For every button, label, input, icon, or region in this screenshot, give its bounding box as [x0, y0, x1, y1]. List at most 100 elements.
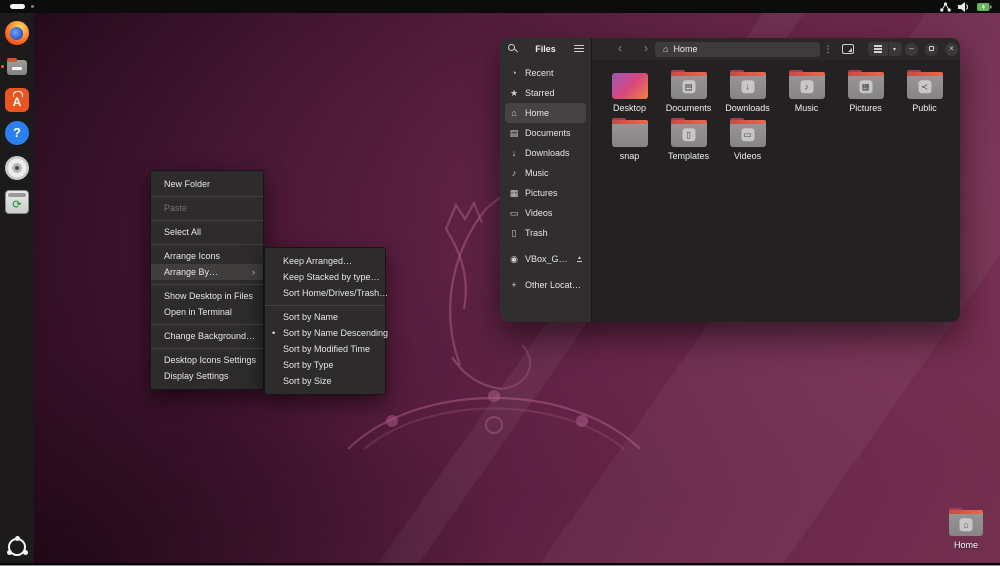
- dock-item[interactable]: [5, 21, 29, 45]
- folder-item[interactable]: Desktop: [600, 70, 659, 118]
- files-window: Files ◔ Recent ★ Starred: [500, 38, 960, 322]
- sidebar-item[interactable]: ⌂ Home: [505, 103, 586, 123]
- menu-item-label: Desktop Icons Settings: [164, 355, 256, 365]
- sidebar-item-icon: ★: [509, 88, 519, 99]
- folder-item[interactable]: snap: [600, 118, 659, 166]
- dock-item[interactable]: ?: [5, 121, 29, 145]
- sidebar-item-label: Videos: [525, 208, 582, 218]
- new-tab-button[interactable]: [842, 44, 854, 54]
- folder-icon: ≺: [907, 73, 943, 99]
- submenu-item-label: Sort by Name Descending: [283, 328, 388, 338]
- menu-item[interactable]: • Open in Terminal ›: [151, 304, 263, 320]
- dock-item[interactable]: [5, 535, 29, 559]
- battery-icon: [977, 3, 992, 11]
- sidebar-item[interactable]: ▯ Trash: [505, 223, 586, 243]
- folder-item[interactable]: ▤ Documents: [659, 70, 718, 118]
- sidebar-item-label: Documents: [525, 128, 582, 138]
- sidebar-item-icon: ⌂: [509, 108, 519, 118]
- submenu-item[interactable]: • Keep Arranged… ›: [265, 253, 385, 269]
- folder-emblem-icon: ▦: [859, 80, 872, 93]
- app-menu-button[interactable]: [574, 45, 584, 54]
- dock-item[interactable]: ⟳: [5, 190, 29, 214]
- sidebar-item[interactable]: ↓ Downloads: [505, 143, 586, 163]
- folder-item[interactable]: ▦ Pictures: [836, 70, 895, 118]
- radio-dot-icon: •: [272, 325, 275, 341]
- sidebar-item[interactable]: + Other Locations: [505, 275, 586, 295]
- folder-label: Pictures: [849, 103, 882, 113]
- sidebar-item[interactable]: ◔ Recent: [505, 63, 586, 83]
- submenu-item-label: Keep Stacked by type…: [283, 272, 380, 282]
- maximize-button[interactable]: [925, 43, 938, 56]
- folder-label: Public: [912, 103, 937, 113]
- submenu-item[interactable]: • Sort by Modified Time ›: [265, 341, 385, 357]
- view-toggle-button[interactable]: ▾: [868, 42, 902, 56]
- submenu-item[interactable]: • Keep Stacked by type… ›: [265, 269, 385, 285]
- folder-emblem-icon: ≺: [918, 80, 931, 93]
- sidebar-item-label: Other Locations: [525, 280, 582, 290]
- menu-item[interactable]: • Show Desktop in Files ›: [151, 288, 263, 304]
- top-bar: [0, 0, 1000, 13]
- submenu-item[interactable]: • Sort by Name Descending ›: [265, 325, 385, 341]
- arrange-by-submenu: • Keep Arranged… › • Keep Stacked by typ…: [264, 247, 386, 395]
- menu-item[interactable]: • Select All ›: [151, 224, 263, 240]
- sidebar-item[interactable]: ◉ VBox_GAs… ▲: [505, 249, 586, 269]
- sidebar-item[interactable]: ▭ Videos: [505, 203, 586, 223]
- submenu-item[interactable]: • Sort by Type ›: [265, 357, 385, 373]
- sidebar-item[interactable]: ♪ Music: [505, 163, 586, 183]
- path-bar[interactable]: ⌂ Home: [655, 42, 820, 57]
- folder-label: Music: [795, 103, 819, 113]
- close-button[interactable]: ×: [945, 43, 958, 56]
- submenu-item[interactable]: • Sort by Name ›: [265, 309, 385, 325]
- network-icon: [940, 2, 951, 12]
- dock-item[interactable]: A: [5, 88, 29, 112]
- submenu-item-label: Sort by Type: [283, 360, 333, 370]
- sidebar-item[interactable]: ▦ Pictures: [505, 183, 586, 203]
- menu-item[interactable]: • Arrange By… ›: [151, 264, 263, 280]
- folder-item[interactable]: ↓ Downloads: [718, 70, 777, 118]
- dock-item[interactable]: [5, 156, 29, 180]
- submenu-item-label: Sort by Modified Time: [283, 344, 370, 354]
- activities-indicator[interactable]: [10, 4, 25, 9]
- sidebar-item[interactable]: ★ Starred: [505, 83, 586, 103]
- sidebar-item-label: Starred: [525, 88, 582, 98]
- folder-emblem-icon: ▭: [741, 128, 754, 141]
- sidebar-item-icon: ▤: [509, 128, 519, 139]
- folder-emblem-icon: ▯: [682, 128, 695, 141]
- sidebar-item-icon: ↓: [509, 148, 519, 158]
- forward-button[interactable]: ›: [639, 38, 653, 60]
- back-button[interactable]: ‹: [613, 38, 627, 60]
- minimize-button[interactable]: –: [905, 43, 918, 56]
- folder-icon: ⌂: [949, 511, 983, 536]
- menu-item[interactable]: • Display Settings ›: [151, 368, 263, 384]
- menu-item[interactable]: • Paste ›: [151, 200, 263, 216]
- submenu-item[interactable]: • Sort Home/Drives/Trash… ›: [265, 285, 385, 301]
- desktop-icon-area: ⌂ Home: [940, 508, 992, 550]
- desktop-home-icon[interactable]: ⌂ Home: [940, 508, 992, 550]
- dock-icon-glyph: [15, 545, 20, 550]
- path-label: Home: [673, 44, 697, 54]
- folder-item[interactable]: ≺ Public: [895, 70, 954, 118]
- folder-item[interactable]: ▭ Videos: [718, 118, 777, 166]
- menu-item[interactable]: • Arrange Icons ›: [151, 248, 263, 264]
- sidebar-item-icon: ♪: [509, 168, 519, 178]
- menu-item[interactable]: • New Folder ›: [151, 176, 263, 192]
- sidebar-item-label: Downloads: [525, 148, 582, 158]
- folder-icon: ▦: [848, 73, 884, 99]
- folder-item[interactable]: ▯ Templates: [659, 118, 718, 166]
- folder-icon: ♪: [789, 73, 825, 99]
- menu-item[interactable]: • Change Background… ›: [151, 328, 263, 344]
- submenu-item-label: Sort by Size: [283, 376, 332, 386]
- submenu-item[interactable]: • Sort by Size ›: [265, 373, 385, 389]
- folder-emblem-icon: ♪: [800, 80, 813, 93]
- folder-item[interactable]: ♪ Music: [777, 70, 836, 118]
- sidebar-item-label: Home: [525, 108, 582, 118]
- sidebar-item-label: VBox_GAs…: [525, 254, 571, 264]
- system-status-area[interactable]: [940, 0, 992, 13]
- folder-grid: Desktop ▤ Documents ↓ Downloads: [592, 60, 960, 322]
- sidebar-item[interactable]: ▤ Documents: [505, 123, 586, 143]
- dock-item[interactable]: [5, 55, 29, 79]
- menu-item[interactable]: • Desktop Icons Settings ›: [151, 352, 263, 368]
- eject-icon[interactable]: ▲: [577, 256, 582, 262]
- path-options-button[interactable]: ⋮: [823, 41, 833, 57]
- submenu-item-label: Keep Arranged…: [283, 256, 352, 266]
